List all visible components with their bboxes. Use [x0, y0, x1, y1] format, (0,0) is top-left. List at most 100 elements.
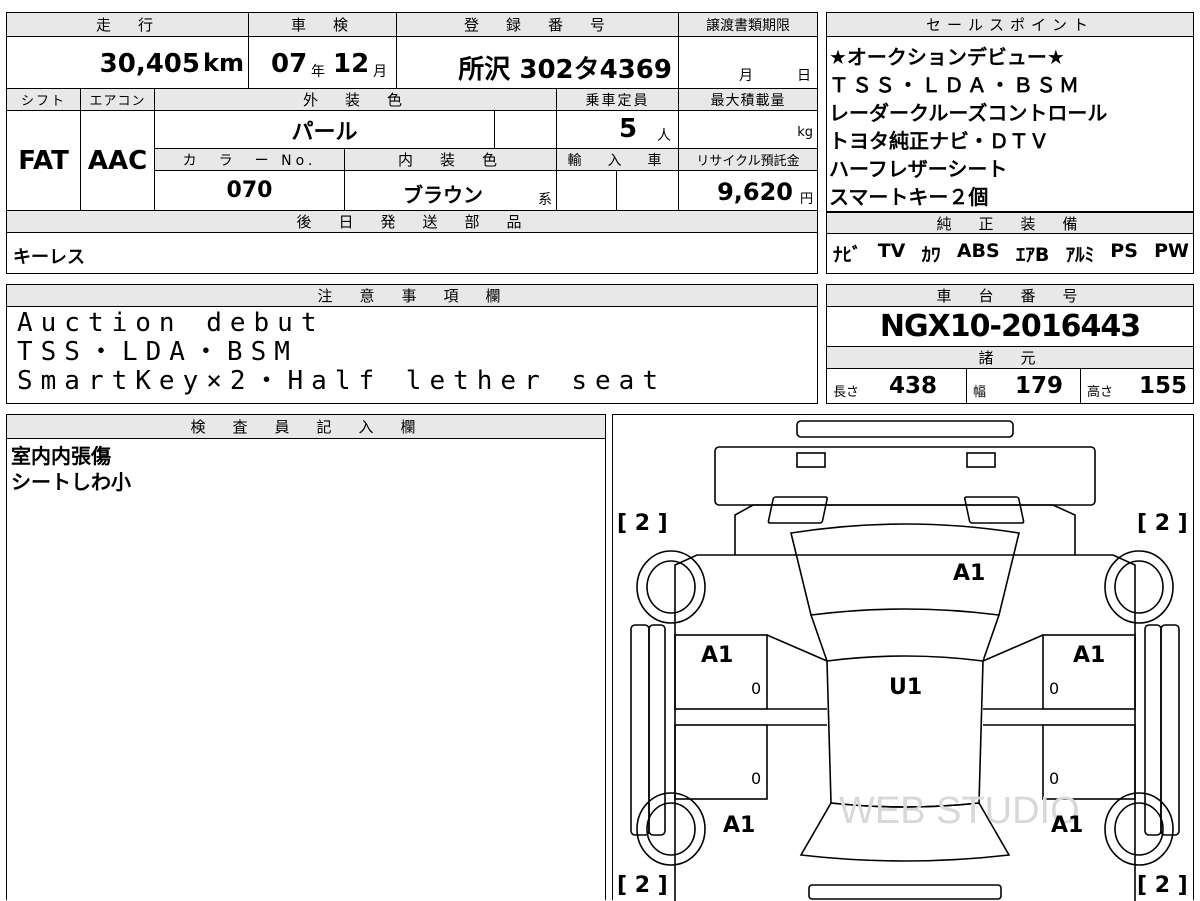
deadline-month-unit: 月: [739, 68, 753, 84]
sales-point-line: ★オークションデビュー★: [829, 45, 1065, 69]
factory-equipment-panel: 純 正 装 備 ﾅﾋﾞ TV ｶﾜ ABS ｴｱB ｱﾙﾐ PS PW: [826, 212, 1194, 274]
front-left-door-damage-label: A1: [701, 643, 734, 668]
interior-color-value: ブラウン: [403, 183, 483, 207]
inspector-panel: 検 査 員 記 入 欄 室内内張傷 シートしわ小: [6, 414, 606, 900]
import-cell-b: [617, 171, 679, 211]
sales-point-line: ハーフレザーシート: [829, 157, 1008, 181]
aircon-value: AAC: [87, 145, 148, 176]
shift-header: シフト: [7, 89, 81, 111]
hood-damage-label: A1: [953, 561, 986, 586]
sales-point-line: スマートキー２個: [829, 185, 989, 209]
recycle-header: リサイクル預託金: [679, 149, 817, 171]
exterior-color-value: パール: [291, 119, 358, 145]
deadline-cell: 月 日: [679, 37, 817, 89]
bracket-top-left: [ 2 ]: [617, 511, 668, 536]
chassis-panel: 車 台 番 号 NGX10-2016443 諸 元 長さ 438 幅 179 高…: [826, 284, 1194, 404]
watermark-text: WEB STUDIO: [839, 790, 1080, 832]
shift-cell: FAT: [7, 111, 81, 211]
car-diagram: WEB STUDIO: [630, 420, 1180, 901]
zero-mark: 0: [1049, 679, 1060, 698]
recycle-cell: 9,620 円: [679, 171, 817, 211]
hood-vent-left: [767, 496, 829, 524]
color-no-header: カ ラ ー No.: [155, 149, 345, 171]
inspection-month-unit: 月: [373, 64, 387, 80]
inspection-month: 12: [333, 49, 370, 79]
later-parts-cell: キーレス: [7, 233, 817, 273]
mileage-value: 30,405: [99, 49, 200, 79]
note-line: SmartKey×2・Half lether seat: [17, 366, 666, 396]
inspection-year: 07: [271, 49, 308, 79]
inspector-notes: 室内内張傷 シートしわ小: [11, 443, 131, 495]
recycle-unit: 円: [799, 192, 813, 207]
sales-points-header: セールスポイント: [827, 13, 1193, 37]
mileage-unit: km: [203, 49, 244, 77]
headlight-right: [966, 452, 996, 468]
deadline-day-unit: 日: [797, 68, 811, 84]
width-label: 幅: [973, 385, 987, 400]
front-pillar-left: [810, 614, 828, 662]
hood-vent-right: [963, 496, 1025, 524]
notes-header: 注 意 事 項 欄: [7, 285, 817, 307]
length-label: 長さ: [833, 385, 860, 400]
capacity-unit: 人: [657, 128, 671, 144]
equipment-item: ﾅﾋﾞ: [833, 244, 862, 266]
inspector-note-line: シートしわ小: [11, 470, 131, 494]
chassis-header: 車 台 番 号: [827, 285, 1193, 307]
exterior-color-extra-cell: [495, 111, 557, 149]
bracket-bottom-right: [ 2 ]: [1137, 873, 1188, 898]
equipment-item: ｱﾙﾐ: [1065, 244, 1095, 266]
notes-panel: 注 意 事 項 欄 Auction debut TSS・LDA・BSM Smar…: [6, 284, 818, 404]
rear-left-damage-label: A1: [723, 813, 756, 838]
hood-outline: [734, 504, 1076, 556]
height-value: 155: [1139, 373, 1188, 399]
registration-cell: 所沢 302タ4369: [397, 37, 679, 89]
spec-height-cell: 高さ 155: [1081, 369, 1193, 403]
mileage-header: 走 行: [7, 13, 249, 37]
inspection-cell: 07 年 12 月: [249, 37, 397, 89]
registration-value: 所沢 302タ4369: [458, 55, 672, 85]
headlight-left: [796, 452, 826, 468]
sales-point-line: ＴＳＳ・ＬＤＡ・ＢＳＭ: [829, 73, 1082, 97]
chassis-value: NGX10-2016443: [879, 309, 1141, 344]
max-load-header: 最大積載量: [679, 89, 817, 111]
import-cell-a: [557, 171, 617, 211]
interior-color-header: 内 装 色: [345, 149, 557, 171]
height-label: 高さ: [1087, 385, 1114, 400]
later-parts-header: 後 日 発 送 部 品: [7, 211, 817, 233]
spec-header: 諸 元: [827, 347, 1193, 369]
factory-equipment-header: 純 正 装 備: [827, 212, 1193, 234]
shift-value: FAT: [18, 145, 69, 176]
left-side: [674, 554, 735, 901]
bracket-bottom-left: [ 2 ]: [617, 873, 668, 898]
rear-right-damage-label: A1: [1051, 813, 1084, 838]
spec-length-cell: 長さ 438: [827, 369, 967, 403]
equipment-item: ｴｱB: [1015, 244, 1050, 266]
inspection-header: 車 検: [249, 13, 397, 37]
equipment-item: ABS: [956, 240, 1000, 262]
roof-damage-label: U1: [889, 675, 923, 700]
sales-points-panel: セールスポイント ★オークションデビュー★ ＴＳＳ・ＬＤＡ・ＢＳＭ レーダークル…: [826, 12, 1194, 212]
interior-color-cell: ブラウン 系: [345, 171, 557, 211]
vehicle-info-table: 走 行 車 検 登 録 番 号 譲渡書類期限 30,405 km 07 年 12…: [6, 12, 818, 274]
aircon-header: エアコン: [81, 89, 155, 111]
front-bumper: [796, 420, 1014, 438]
chassis-value-cell: NGX10-2016443: [827, 307, 1193, 347]
capacity-value: 5: [619, 114, 638, 144]
color-no-value: 070: [226, 178, 273, 203]
sales-point-line: レーダークルーズコントロール: [829, 101, 1108, 125]
equipment-item: ｶﾜ: [921, 244, 941, 266]
left-sill-inner: [648, 624, 666, 836]
later-parts-value: キーレス: [13, 247, 85, 268]
exterior-color-header: 外 装 色: [155, 89, 557, 111]
interior-color-suffix: 系: [538, 192, 552, 208]
inspector-header: 検 査 員 記 入 欄: [7, 415, 605, 439]
transfer-deadline-header: 譲渡書類期限: [679, 13, 817, 37]
right-side: [1075, 554, 1136, 901]
recycle-value: 9,620: [717, 178, 793, 206]
damage-diagram-panel: WEB STUDIO [ 2 ] [ 2 ] [ 2 ] [ 2 ] A1 A1…: [612, 414, 1194, 901]
inspector-note-line: 室内内張傷: [11, 444, 111, 468]
front-pillar-right: [982, 614, 1000, 662]
length-value: 438: [889, 373, 938, 399]
color-no-cell: 070: [155, 171, 345, 211]
front-right-door-damage-label: A1: [1073, 643, 1106, 668]
